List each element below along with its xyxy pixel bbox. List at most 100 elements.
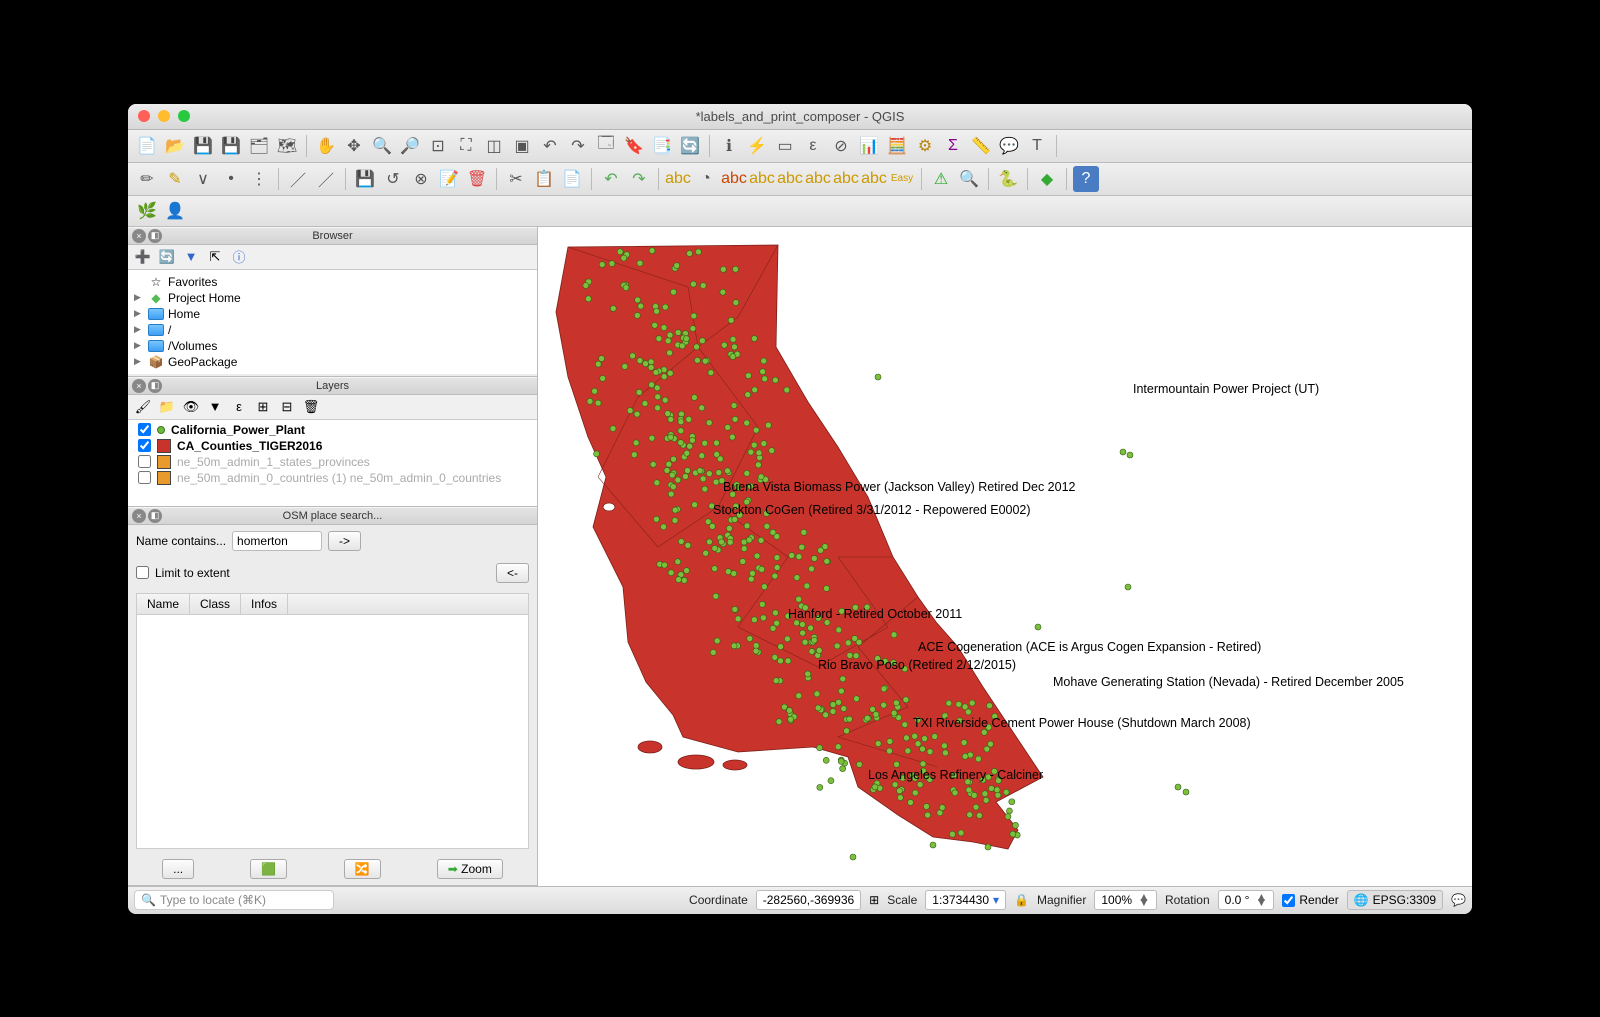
new-project-icon[interactable]: 📄: [134, 133, 160, 159]
layers-style-icon[interactable]: 🖌: [134, 398, 152, 416]
add-feature-icon[interactable]: •: [218, 166, 244, 192]
toggle-edit-icon[interactable]: ✎: [162, 166, 188, 192]
bookmarks-icon[interactable]: 📑: [649, 133, 675, 159]
layer-item[interactable]: ne_50m_admin_0_countries (1) ne_50m_admi…: [128, 470, 537, 486]
layers-add-group-icon[interactable]: 📁: [158, 398, 176, 416]
osm-close-button[interactable]: ×: [132, 509, 146, 523]
rollback-icon[interactable]: ↺: [380, 166, 406, 192]
label-pin-icon[interactable]: abc: [749, 166, 775, 192]
save-icon[interactable]: 💾: [190, 133, 216, 159]
zoom-selection-icon[interactable]: ◫: [481, 133, 507, 159]
layer-item[interactable]: CA_Counties_TIGER2016: [128, 438, 537, 454]
layer-visibility-checkbox[interactable]: [138, 455, 151, 468]
search-go-button[interactable]: ->: [328, 531, 361, 551]
select-icon[interactable]: ▭: [772, 133, 798, 159]
stats-icon[interactable]: Σ: [940, 133, 966, 159]
browser-add-icon[interactable]: ➕: [134, 248, 152, 266]
magnifier-field[interactable]: 100%▲▼: [1094, 890, 1157, 910]
zoom-layer-icon[interactable]: ▣: [509, 133, 535, 159]
plugins-icon[interactable]: ◆: [1034, 166, 1060, 192]
digitize-poly-icon[interactable]: ／: [313, 166, 339, 192]
zoom-in-icon[interactable]: 🔍: [369, 133, 395, 159]
attr-table-icon[interactable]: 📊: [856, 133, 882, 159]
paste-icon[interactable]: 📄: [559, 166, 585, 192]
lock-icon[interactable]: 🔒: [1014, 893, 1029, 907]
zoom-full-icon[interactable]: ⛶: [453, 133, 479, 159]
pan-icon[interactable]: ✋: [313, 133, 339, 159]
save-layer-icon[interactable]: 💾: [352, 166, 378, 192]
layers-visibility-icon[interactable]: 👁: [182, 398, 200, 416]
osm-swap-button[interactable]: 🔀: [344, 859, 381, 879]
open-project-icon[interactable]: 📂: [162, 133, 188, 159]
osm-more-button[interactable]: ...: [162, 859, 194, 879]
layer-visibility-checkbox[interactable]: [138, 471, 151, 484]
limit-extent-checkbox[interactable]: [136, 566, 149, 579]
browser-collapse-icon[interactable]: ⇱: [206, 248, 224, 266]
modify-attr-icon[interactable]: 📝: [436, 166, 462, 192]
osm-mask-button[interactable]: 🟩: [250, 859, 287, 879]
layer-visibility-checkbox[interactable]: [138, 423, 151, 436]
save-edits-icon[interactable]: ∨: [190, 166, 216, 192]
browser-tree[interactable]: ☆Favorites ▶◆Project Home ▶Home ▶/ ▶/Vol…: [128, 270, 537, 374]
browser-undock-button[interactable]: ◧: [148, 229, 162, 243]
python-icon[interactable]: 🐍: [995, 166, 1021, 192]
qms-icon[interactable]: 🔍: [956, 166, 982, 192]
deselect-icon[interactable]: ⊘: [828, 133, 854, 159]
layers-expr-icon[interactable]: ε: [230, 398, 248, 416]
label-move-icon[interactable]: abc: [805, 166, 831, 192]
zoom-out-icon[interactable]: 🔎: [397, 133, 423, 159]
osm-zoom-button[interactable]: ➡ Zoom: [437, 859, 503, 879]
save-as-icon[interactable]: 💾: [218, 133, 244, 159]
render-checkbox[interactable]: [1282, 894, 1295, 907]
node-tool-icon[interactable]: ⋮: [246, 166, 272, 192]
new-bookmark-icon[interactable]: 🔖: [621, 133, 647, 159]
zoom-native-icon[interactable]: ⊡: [425, 133, 451, 159]
search-back-button[interactable]: <-: [496, 563, 529, 583]
undo-icon[interactable]: ↶: [598, 166, 624, 192]
scale-field[interactable]: 1:3734430▾: [925, 890, 1006, 910]
copy-icon[interactable]: 📋: [531, 166, 557, 192]
pan-selection-icon[interactable]: ✥: [341, 133, 367, 159]
easy-label-icon[interactable]: Easy: [889, 166, 915, 192]
field-calc-icon[interactable]: 🧮: [884, 133, 910, 159]
action-icon[interactable]: ⚡: [744, 133, 770, 159]
toolbox-icon[interactable]: ⚙: [912, 133, 938, 159]
osm-results-table[interactable]: Name Class Infos: [136, 593, 529, 849]
layers-filter-icon[interactable]: ▼: [206, 398, 224, 416]
delete-icon[interactable]: 🗑: [464, 166, 490, 192]
extents-icon[interactable]: ⊞: [869, 893, 879, 907]
layers-expand-icon[interactable]: ⊞: [254, 398, 272, 416]
layers-collapse-icon[interactable]: ⊟: [278, 398, 296, 416]
label-rotate-icon[interactable]: abc: [833, 166, 859, 192]
annotation-icon[interactable]: T: [1024, 133, 1050, 159]
new-map-view-icon[interactable]: 🗔: [593, 133, 619, 159]
label-layer-icon[interactable]: abc: [665, 166, 691, 192]
help-icon[interactable]: ?: [1073, 166, 1099, 192]
quickosm-icon[interactable]: 🌿: [134, 198, 160, 224]
label-diagram-icon[interactable]: ◔: [693, 166, 719, 192]
digitize-line-icon[interactable]: ／: [285, 166, 311, 192]
identify-icon[interactable]: ℹ: [716, 133, 742, 159]
osm-undock-button[interactable]: ◧: [148, 509, 162, 523]
crs-button[interactable]: 🌐EPSG:3309: [1347, 890, 1443, 910]
redo-icon[interactable]: ↷: [626, 166, 652, 192]
cancel-edits-icon[interactable]: ⊗: [408, 166, 434, 192]
browser-refresh-icon[interactable]: 🔄: [158, 248, 176, 266]
map-tips-icon[interactable]: 💬: [996, 133, 1022, 159]
layer-visibility-checkbox[interactable]: [138, 439, 151, 452]
edits-icon[interactable]: ✏: [134, 166, 160, 192]
label-showhide-icon[interactable]: abc: [777, 166, 803, 192]
label-change-icon[interactable]: abc: [861, 166, 887, 192]
coordinate-field[interactable]: -282560,-369936: [756, 890, 861, 910]
layers-close-button[interactable]: ×: [132, 379, 146, 393]
messages-icon[interactable]: 💬: [1451, 893, 1466, 907]
osm-tool-icon[interactable]: 👤: [162, 198, 188, 224]
print-layout-icon[interactable]: 🗂: [246, 133, 272, 159]
browser-properties-icon[interactable]: ⓘ: [230, 248, 248, 266]
select-expr-icon[interactable]: ε: [800, 133, 826, 159]
warning-icon[interactable]: ⚠: [928, 166, 954, 192]
rotation-field[interactable]: 0.0 °▲▼: [1218, 890, 1275, 910]
zoom-last-icon[interactable]: ↶: [537, 133, 563, 159]
refresh-icon[interactable]: 🔄: [677, 133, 703, 159]
measure-icon[interactable]: 📏: [968, 133, 994, 159]
